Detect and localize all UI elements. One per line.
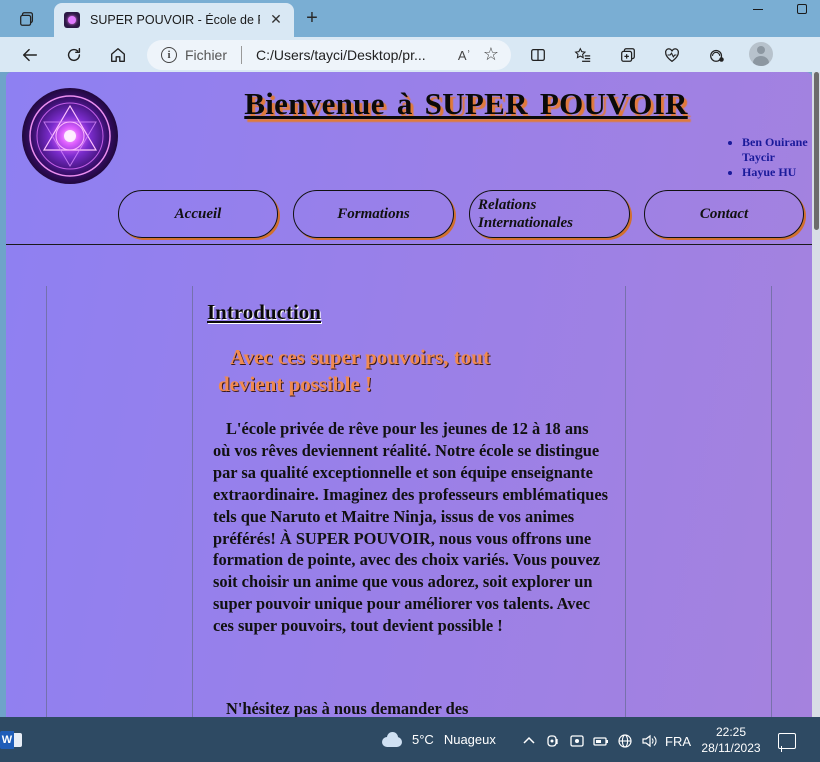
- screen-capture-icon[interactable]: [568, 731, 586, 751]
- address-scheme: Fichier: [185, 47, 228, 63]
- minimize-icon[interactable]: [752, 2, 764, 14]
- favorites-list-icon: [574, 47, 591, 62]
- address-separator: [241, 46, 243, 64]
- performance-button[interactable]: [659, 42, 685, 68]
- system-clock[interactable]: 22:25 28/11/2023: [696, 724, 766, 756]
- home-button[interactable]: [105, 42, 131, 68]
- browser-tab-active[interactable]: SUPER POUVOIR - École de Rêve ✕: [54, 3, 294, 37]
- browser-toolbar: i Fichier C:/Users/tayci/Desktop/pr... A…: [0, 37, 820, 72]
- back-button[interactable]: [17, 42, 43, 68]
- clock-time: 22:25: [715, 725, 747, 739]
- camera-icon[interactable]: [544, 731, 562, 751]
- title-bar: SUPER POUVOIR - École de Rêve ✕ +: [0, 0, 820, 37]
- split-screen-button[interactable]: [525, 42, 551, 68]
- language-indicator[interactable]: FRA: [664, 731, 692, 751]
- home-icon: [111, 48, 125, 62]
- split-screen-icon: [531, 48, 545, 62]
- web-page: Bienvenue à SUPER POUVOIR Ben Ouirane Ta…: [6, 72, 812, 717]
- back-arrow-icon: [22, 48, 38, 62]
- column-divider: [771, 286, 772, 717]
- column-divider: [625, 286, 626, 717]
- magic-circle-icon: [29, 95, 111, 177]
- nav-accueil-button[interactable]: Accueil: [118, 190, 278, 238]
- refresh-icon: [67, 47, 81, 62]
- school-logo: [22, 88, 118, 184]
- favorite-star-icon[interactable]: ☆: [483, 46, 499, 64]
- extensions-icon: [710, 49, 724, 62]
- volume-icon[interactable]: [640, 731, 658, 751]
- author-name: Ben Ouirane Taycir: [742, 135, 812, 165]
- nav-contact-button[interactable]: Contact: [644, 190, 804, 238]
- notification-center-icon[interactable]: [778, 733, 796, 752]
- weather-temperature: 5°C: [412, 731, 434, 747]
- maximize-icon[interactable]: [797, 4, 807, 14]
- extensions-button[interactable]: [704, 42, 730, 68]
- header-divider: [6, 244, 812, 245]
- page-scrollbar[interactable]: [812, 72, 820, 717]
- show-hidden-icons-chevron-icon[interactable]: [520, 731, 538, 751]
- page-title: Bienvenue à SUPER POUVOIR: [244, 86, 688, 121]
- windows-taskbar: W 5°C Nuageux FRA 22:25 28/11/2023: [0, 717, 820, 762]
- heart-pulse-icon: [665, 48, 679, 63]
- cloud-icon: [380, 731, 404, 747]
- profile-avatar[interactable]: [749, 42, 773, 66]
- site-favicon-icon: [64, 12, 80, 28]
- column-divider: [46, 286, 47, 717]
- site-info-icon[interactable]: i: [161, 47, 177, 63]
- collections-icon: [621, 48, 635, 62]
- section-heading: Introduction: [207, 300, 321, 324]
- battery-icon[interactable]: [592, 731, 610, 751]
- clock-date: 28/11/2023: [701, 741, 761, 755]
- scrollbar-thumb[interactable]: [814, 72, 819, 230]
- nav-formations-button[interactable]: Formations: [293, 190, 454, 238]
- word-app-icon[interactable]: W: [0, 731, 22, 749]
- collections-button[interactable]: [615, 42, 641, 68]
- column-divider: [192, 286, 193, 717]
- tab-actions-icon[interactable]: [14, 7, 40, 31]
- weather-condition: Nuageux: [443, 731, 496, 747]
- tab-title: SUPER POUVOIR - École de Rêve: [90, 13, 260, 27]
- network-globe-icon[interactable]: [616, 731, 634, 751]
- intro-paragraph: L'école privée de rêve pour les jeunes d…: [213, 419, 608, 636]
- favorites-button[interactable]: [570, 42, 596, 68]
- new-tab-button[interactable]: +: [300, 6, 324, 30]
- author-name: Hayue HU: [742, 165, 812, 180]
- tagline: Avec ces super pouvoirs, tout devient po…: [218, 345, 490, 396]
- contact-paragraph: N'hésitez pas à nous demander des: [226, 699, 469, 717]
- weather-widget[interactable]: 5°C Nuageux: [380, 731, 496, 747]
- tab-close-icon[interactable]: ✕: [268, 12, 284, 28]
- authors-list: Ben Ouirane Taycir Hayue HU: [728, 135, 812, 180]
- read-aloud-icon[interactable]: Aʾ: [458, 48, 471, 63]
- refresh-button[interactable]: [61, 42, 87, 68]
- address-bar[interactable]: i Fichier C:/Users/tayci/Desktop/pr... A…: [147, 40, 511, 70]
- nav-relations-internationales-button[interactable]: Relations Internationales: [469, 190, 630, 238]
- address-url[interactable]: C:/Users/tayci/Desktop/pr...: [256, 47, 458, 63]
